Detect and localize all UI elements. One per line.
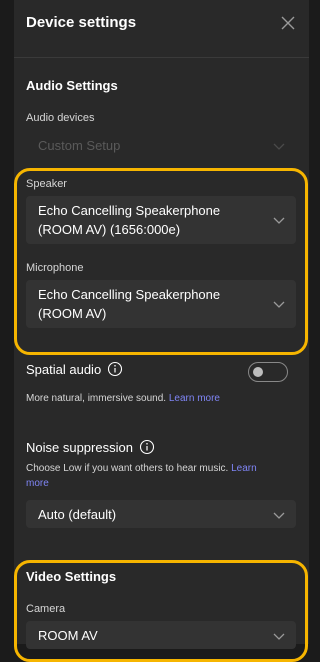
speaker-select[interactable]: Echo Cancelling Speakerphone (ROOM AV) (… <box>26 196 296 244</box>
speaker-value-line2: (ROOM AV) (1656:000e) <box>38 222 181 237</box>
speaker-value-line1: Echo Cancelling Speakerphone <box>38 203 221 218</box>
toggle-knob <box>253 367 263 377</box>
audio-devices-label: Audio devices <box>26 112 95 124</box>
camera-select[interactable]: ROOM AV <box>26 621 296 649</box>
noise-desc-text: Choose Low if you want others to hear mu… <box>26 463 229 474</box>
noise-suppression-row: Noise suppression <box>26 439 155 455</box>
camera-label: Camera <box>26 603 66 615</box>
spatial-audio-toggle[interactable] <box>248 362 288 382</box>
chevron-down-icon <box>273 512 285 519</box>
noise-suppression-value: Auto (default) <box>38 507 117 522</box>
chevron-down-icon <box>273 217 285 224</box>
microphone-value-line1: Echo Cancelling Speakerphone <box>38 287 221 302</box>
microphone-value-line2: (ROOM AV) <box>38 306 107 321</box>
close-button[interactable] <box>277 12 299 34</box>
spatial-learn-more-link[interactable]: Learn more <box>169 393 220 404</box>
video-settings-title: Video Settings <box>26 569 117 584</box>
camera-value: ROOM AV <box>38 628 98 643</box>
microphone-label: Microphone <box>26 262 84 274</box>
audio-devices-value: Custom Setup <box>38 138 121 153</box>
spatial-audio-label: Spatial audio <box>26 361 102 377</box>
microphone-select[interactable]: Echo Cancelling Speakerphone (ROOM AV) <box>26 280 296 328</box>
panel-title: Device settings <box>26 14 137 31</box>
spatial-audio-desc-text: More natural, immersive sound. <box>26 393 167 404</box>
header-divider <box>14 57 309 58</box>
spatial-audio-description: More natural, immersive sound. Learn mor… <box>26 391 301 406</box>
audio-devices-select: Custom Setup <box>26 132 296 158</box>
device-settings-panel: Device settings Audio Settings Audio dev… <box>14 0 309 649</box>
noise-suppression-description: Choose Low if you want others to hear mu… <box>26 461 301 491</box>
speaker-label: Speaker <box>26 178 67 190</box>
chevron-down-icon <box>273 633 285 640</box>
info-icon[interactable] <box>139 439 155 455</box>
panel-header: Device settings <box>14 0 309 50</box>
chevron-down-icon <box>273 301 285 308</box>
noise-suppression-label: Noise suppression <box>26 439 133 455</box>
close-icon <box>281 16 295 30</box>
noise-learn-more-link-b[interactable]: more <box>26 478 49 489</box>
noise-learn-more-link-a[interactable]: Learn <box>231 463 257 474</box>
spatial-audio-row: Spatial audio <box>26 361 123 377</box>
chevron-down-icon <box>273 143 285 150</box>
info-icon[interactable] <box>107 361 123 377</box>
noise-suppression-select[interactable]: Auto (default) <box>26 500 296 528</box>
audio-settings-title: Audio Settings <box>26 78 118 93</box>
